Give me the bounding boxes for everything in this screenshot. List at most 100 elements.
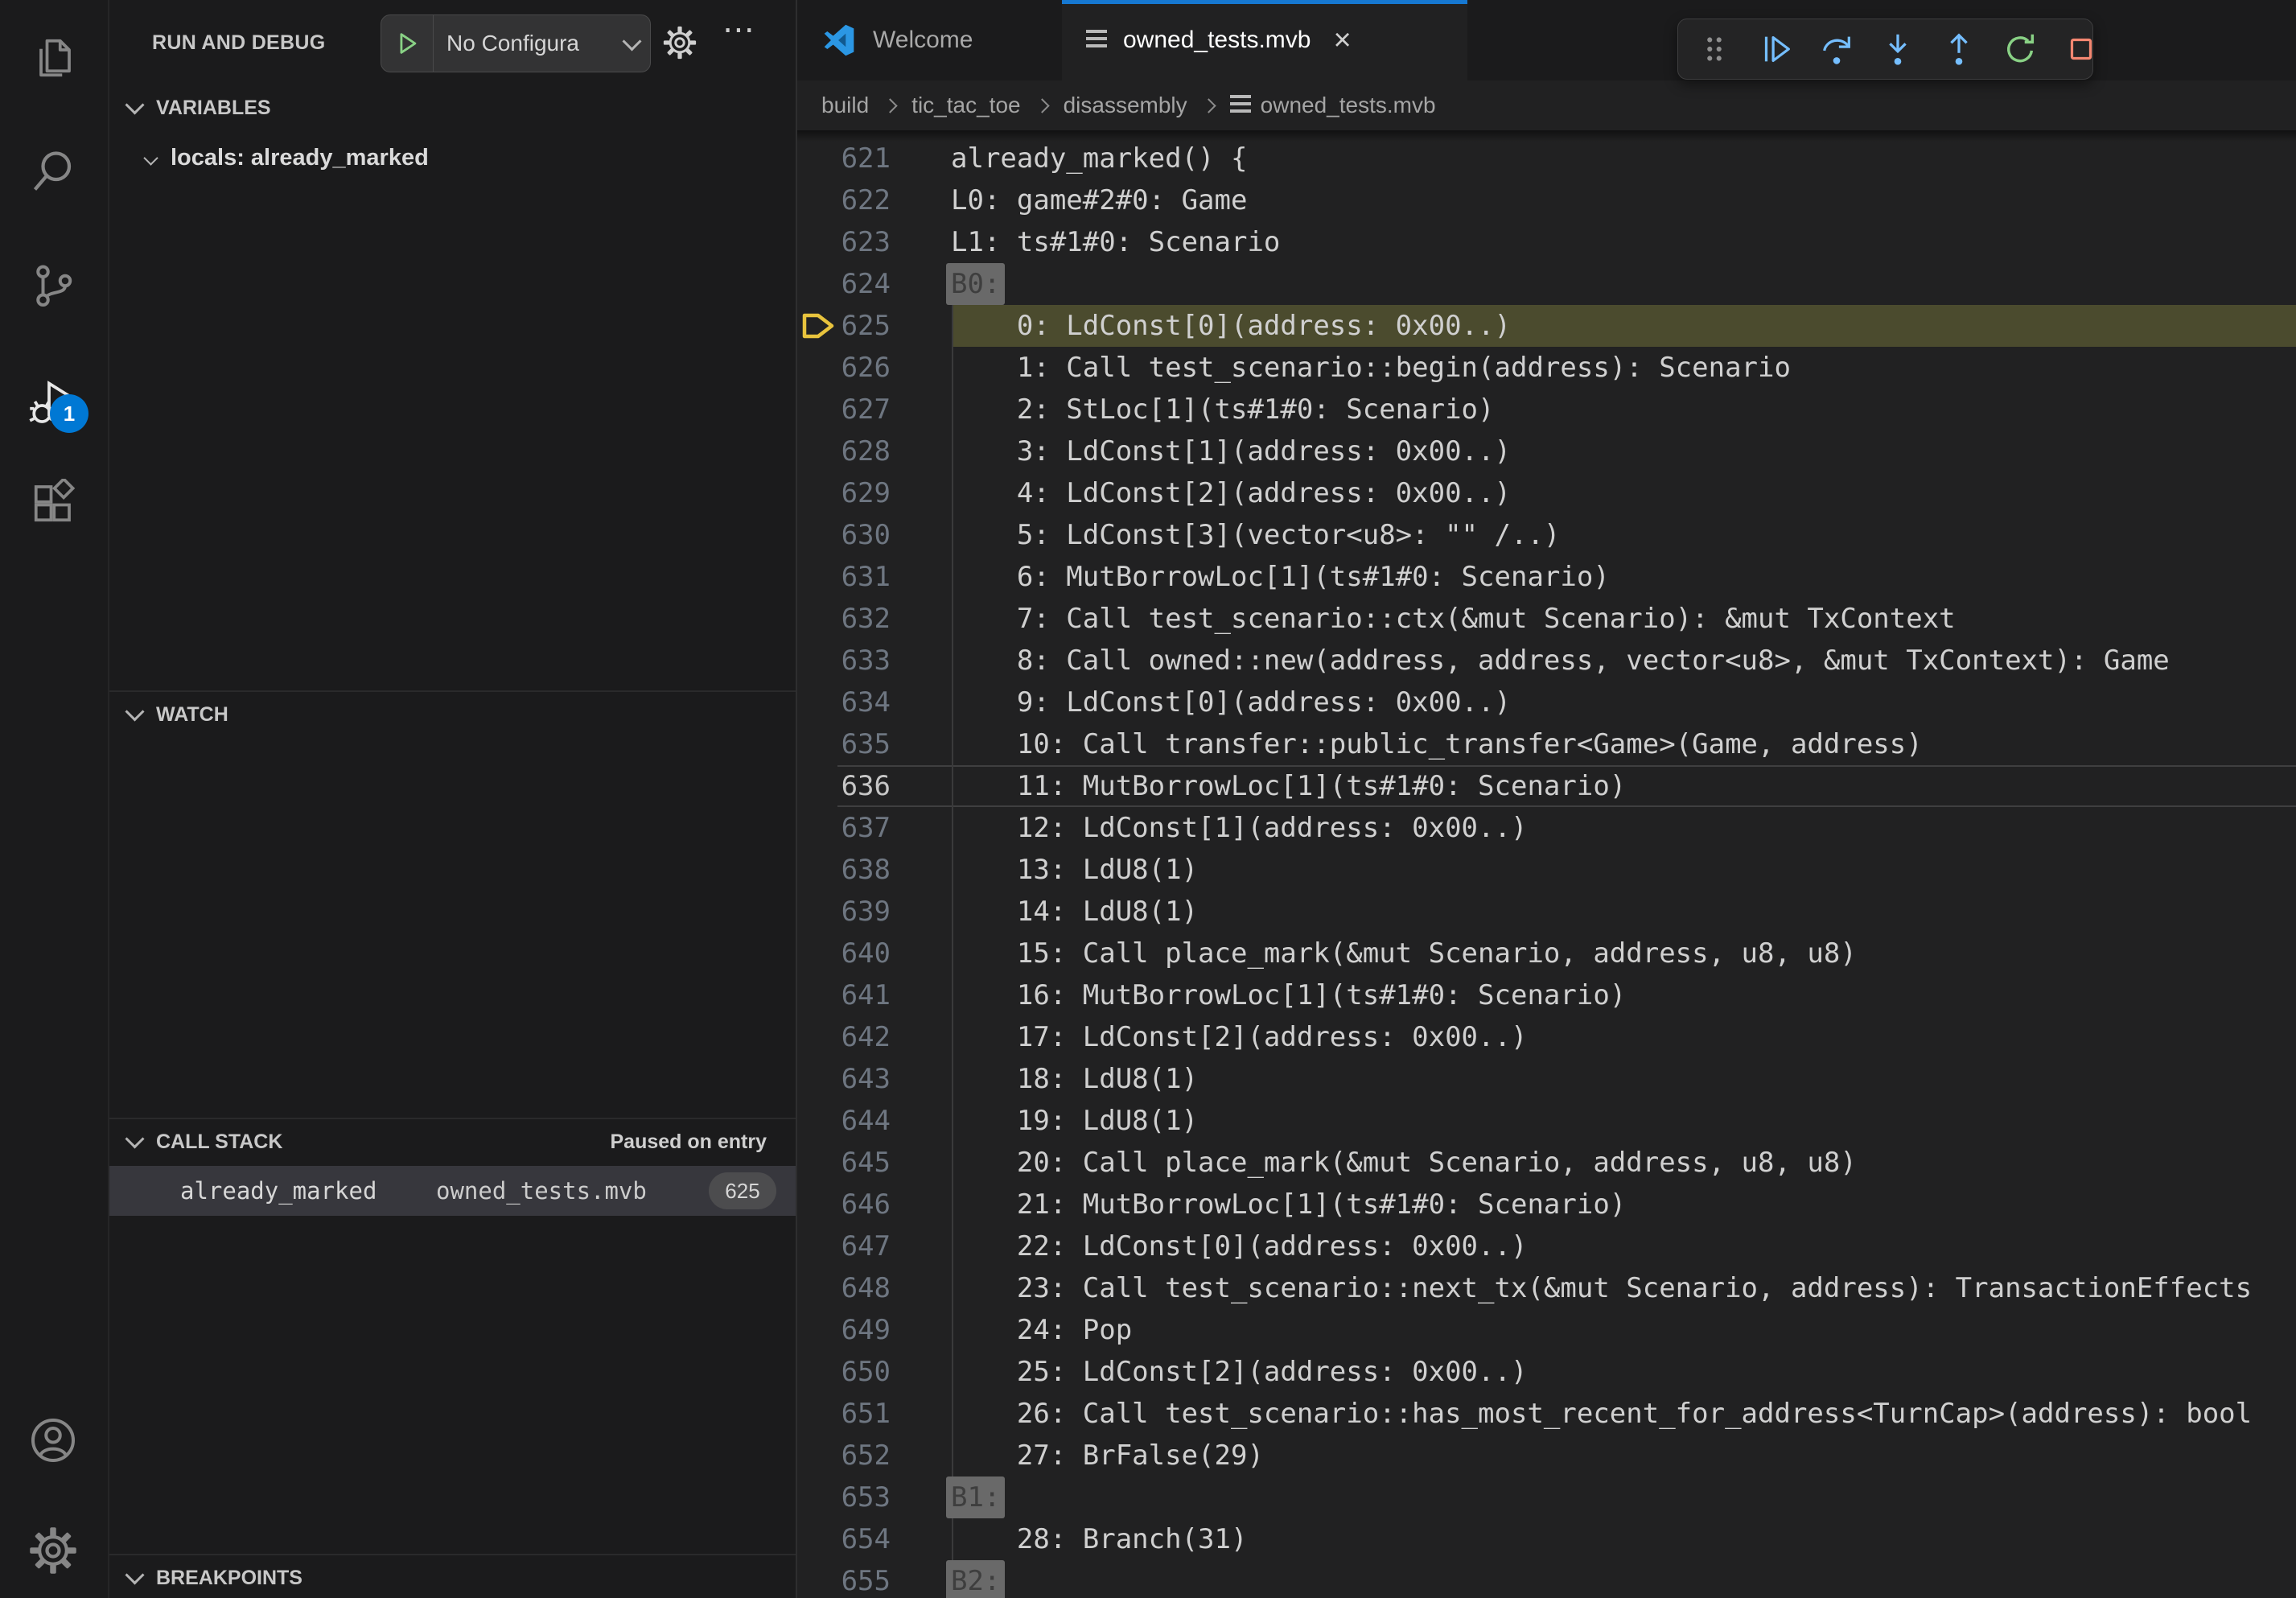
code-line[interactable]: 649 24: Pop — [797, 1309, 2296, 1351]
code-line[interactable]: 632 7: Call test_scenario::ctx(&mut Scen… — [797, 598, 2296, 640]
explorer-icon[interactable] — [29, 34, 77, 82]
close-icon[interactable]: × — [1333, 25, 1351, 56]
breadcrumb-item[interactable]: disassembly — [1064, 93, 1187, 118]
code-line[interactable]: 641 16: MutBorrowLoc[1](ts#1#0: Scenario… — [797, 974, 2296, 1016]
call-stack-section-header[interactable]: CALL STACK Paused on entry — [109, 1118, 796, 1164]
code-editor[interactable]: 621 already_marked() { 622 L0: game#2#0:… — [797, 130, 2296, 1598]
code-line[interactable]: 643 18: LdU8(1) — [797, 1058, 2296, 1100]
variables-section-header[interactable]: VARIABLES — [109, 85, 796, 130]
code-line[interactable]: 645 20: Call place_mark(&mut Scenario, a… — [797, 1142, 2296, 1184]
stop-icon[interactable] — [2055, 25, 2108, 73]
code-line[interactable]: 640 15: Call place_mark(&mut Scenario, a… — [797, 933, 2296, 974]
line-number[interactable]: 624 — [797, 263, 891, 305]
code-line[interactable]: 646 21: MutBorrowLoc[1](ts#1#0: Scenario… — [797, 1184, 2296, 1225]
line-number[interactable]: 655 — [797, 1560, 891, 1598]
code-line[interactable]: 639 14: LdU8(1) — [797, 891, 2296, 933]
code-line[interactable]: 638 13: LdU8(1) — [797, 849, 2296, 891]
line-number[interactable]: 646 — [797, 1184, 891, 1225]
more-actions-icon[interactable]: ⋯ — [722, 11, 756, 48]
code-line[interactable]: 652 27: BrFalse(29) — [797, 1435, 2296, 1477]
line-number[interactable]: 640 — [797, 933, 891, 974]
code-line[interactable]: 626 1: Call test_scenario::begin(address… — [797, 347, 2296, 389]
debug-settings-gear-icon[interactable] — [663, 26, 697, 60]
code-line[interactable]: 634 9: LdConst[0](address: 0x00..) — [797, 682, 2296, 723]
step-over-icon[interactable] — [1810, 25, 1863, 73]
call-stack-frame[interactable]: already_marked owned_tests.mvb 625 — [109, 1166, 796, 1216]
line-number[interactable]: 642 — [797, 1016, 891, 1058]
line-number[interactable]: 643 — [797, 1058, 891, 1100]
code-line[interactable]: 622 L0: game#2#0: Game — [797, 179, 2296, 221]
line-number[interactable]: 649 — [797, 1309, 891, 1351]
line-number[interactable]: 627 — [797, 389, 891, 430]
account-icon[interactable] — [29, 1416, 77, 1464]
code-line[interactable]: 628 3: LdConst[1](address: 0x00..) — [797, 430, 2296, 472]
source-control-icon[interactable] — [29, 261, 77, 309]
code-line[interactable]: 629 4: LdConst[2](address: 0x00..) — [797, 472, 2296, 514]
line-number[interactable]: 632 — [797, 598, 891, 640]
line-number[interactable]: 638 — [797, 849, 891, 891]
watch-section-header[interactable]: WATCH — [109, 690, 796, 737]
line-number[interactable]: 653 — [797, 1477, 891, 1518]
code-line[interactable]: 625 0: LdConst[0](address: 0x00..) — [797, 305, 2296, 347]
line-number[interactable]: 648 — [797, 1267, 891, 1309]
tab-owned-tests[interactable]: owned_tests.mvb × — [1062, 0, 1467, 80]
breadcrumb-item[interactable]: tic_tac_toe — [911, 93, 1020, 118]
step-into-icon[interactable] — [1871, 25, 1924, 73]
code-line[interactable]: 627 2: StLoc[1](ts#1#0: Scenario) — [797, 389, 2296, 430]
code-line[interactable]: 623 L1: ts#1#0: Scenario — [797, 221, 2296, 263]
line-number[interactable]: 651 — [797, 1393, 891, 1435]
toolbar-gripper-icon[interactable] — [1688, 25, 1741, 73]
code-line[interactable]: 636 11: MutBorrowLoc[1](ts#1#0: Scenario… — [797, 765, 2296, 807]
code-line[interactable]: 644 19: LdU8(1) — [797, 1100, 2296, 1142]
code-line[interactable]: 651 26: Call test_scenario::has_most_rec… — [797, 1393, 2296, 1435]
code-line[interactable]: 642 17: LdConst[2](address: 0x00..) — [797, 1016, 2296, 1058]
line-number[interactable]: 654 — [797, 1518, 891, 1560]
settings-gear-icon[interactable] — [29, 1526, 77, 1575]
line-number[interactable]: 622 — [797, 179, 891, 221]
line-number[interactable]: 633 — [797, 640, 891, 682]
line-number[interactable]: 634 — [797, 682, 891, 723]
code-line[interactable]: 631 6: MutBorrowLoc[1](ts#1#0: Scenario) — [797, 556, 2296, 598]
step-out-icon[interactable] — [1932, 25, 1985, 73]
breadcrumb-item[interactable]: owned_tests.mvb — [1261, 93, 1436, 118]
line-number[interactable]: 650 — [797, 1351, 891, 1393]
line-number[interactable]: 626 — [797, 347, 891, 389]
line-number[interactable]: 652 — [797, 1435, 891, 1477]
tab-welcome[interactable]: Welcome — [797, 0, 1062, 80]
code-line[interactable]: 647 22: LdConst[0](address: 0x00..) — [797, 1225, 2296, 1267]
variables-scope-row[interactable]: locals: already_marked — [109, 135, 796, 180]
line-number[interactable]: 639 — [797, 891, 891, 933]
line-number[interactable]: 635 — [797, 723, 891, 765]
code-line[interactable]: 654 28: Branch(31) — [797, 1518, 2296, 1560]
code-line[interactable]: 650 25: LdConst[2](address: 0x00..) — [797, 1351, 2296, 1393]
code-line[interactable]: 624 B0: — [797, 263, 2296, 305]
line-number[interactable]: 629 — [797, 472, 891, 514]
debug-config-dropdown[interactable]: No Configura — [381, 14, 651, 72]
line-number[interactable]: 623 — [797, 221, 891, 263]
code-line[interactable]: 621 already_marked() { — [797, 138, 2296, 179]
code-line[interactable]: 648 23: Call test_scenario::next_tx(&mut… — [797, 1267, 2296, 1309]
line-number[interactable]: 637 — [797, 807, 891, 849]
line-number[interactable]: 621 — [797, 138, 891, 179]
search-icon[interactable] — [29, 147, 77, 196]
continue-icon[interactable] — [1749, 25, 1802, 73]
line-number[interactable]: 630 — [797, 514, 891, 556]
code-line[interactable]: 655 B2: — [797, 1560, 2296, 1598]
line-number[interactable]: 636 — [797, 765, 891, 807]
line-number[interactable]: 645 — [797, 1142, 891, 1184]
code-line[interactable]: 633 8: Call owned::new(address, address,… — [797, 640, 2296, 682]
restart-icon[interactable] — [1994, 25, 2047, 73]
line-number[interactable]: 644 — [797, 1100, 891, 1142]
line-number[interactable]: 631 — [797, 556, 891, 598]
line-number[interactable]: 647 — [797, 1225, 891, 1267]
breakpoints-section-header[interactable]: BREAKPOINTS — [109, 1554, 796, 1598]
code-line[interactable]: 637 12: LdConst[1](address: 0x00..) — [797, 807, 2296, 849]
breadcrumb-item[interactable]: build — [821, 93, 869, 118]
code-line[interactable]: 630 5: LdConst[3](vector<u8>: "" /..) — [797, 514, 2296, 556]
line-number[interactable]: 628 — [797, 430, 891, 472]
code-line[interactable]: 635 10: Call transfer::public_transfer<G… — [797, 723, 2296, 765]
line-number[interactable]: 625 — [797, 305, 891, 347]
line-number[interactable]: 641 — [797, 974, 891, 1016]
start-debug-icon[interactable] — [381, 15, 434, 72]
extensions-icon[interactable] — [29, 479, 77, 527]
